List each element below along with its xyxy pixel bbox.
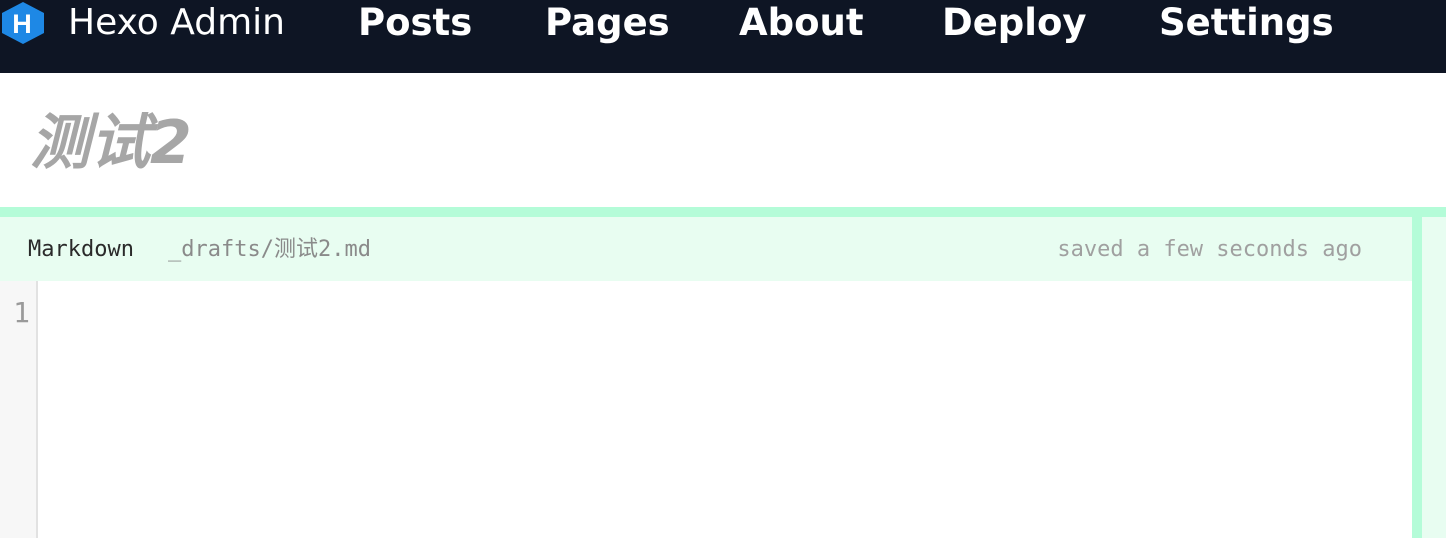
nav-posts-link[interactable]: Posts bbox=[358, 0, 472, 46]
preview-pane-edge bbox=[1422, 217, 1446, 538]
top-navbar: H Hexo Admin Posts Pages About Deploy Se… bbox=[0, 0, 1446, 73]
editor-mode-label: Markdown bbox=[28, 237, 134, 262]
post-title-input[interactable] bbox=[30, 103, 930, 183]
file-path-label: _drafts/测试2.md bbox=[168, 237, 371, 262]
markdown-editor-textarea[interactable] bbox=[38, 281, 1412, 538]
line-number: 1 bbox=[13, 296, 30, 329]
nav-pages-link[interactable]: Pages bbox=[545, 0, 670, 46]
nav-deploy-link[interactable]: Deploy bbox=[942, 0, 1087, 46]
logo-letter: H bbox=[12, 9, 32, 39]
hexo-logo-icon: H bbox=[2, 2, 44, 44]
brand-title: Hexo Admin bbox=[68, 2, 285, 43]
nav-settings-link[interactable]: Settings bbox=[1159, 0, 1334, 46]
save-status-text: saved a few seconds ago bbox=[1057, 237, 1362, 262]
nav-about-link[interactable]: About bbox=[739, 0, 864, 46]
